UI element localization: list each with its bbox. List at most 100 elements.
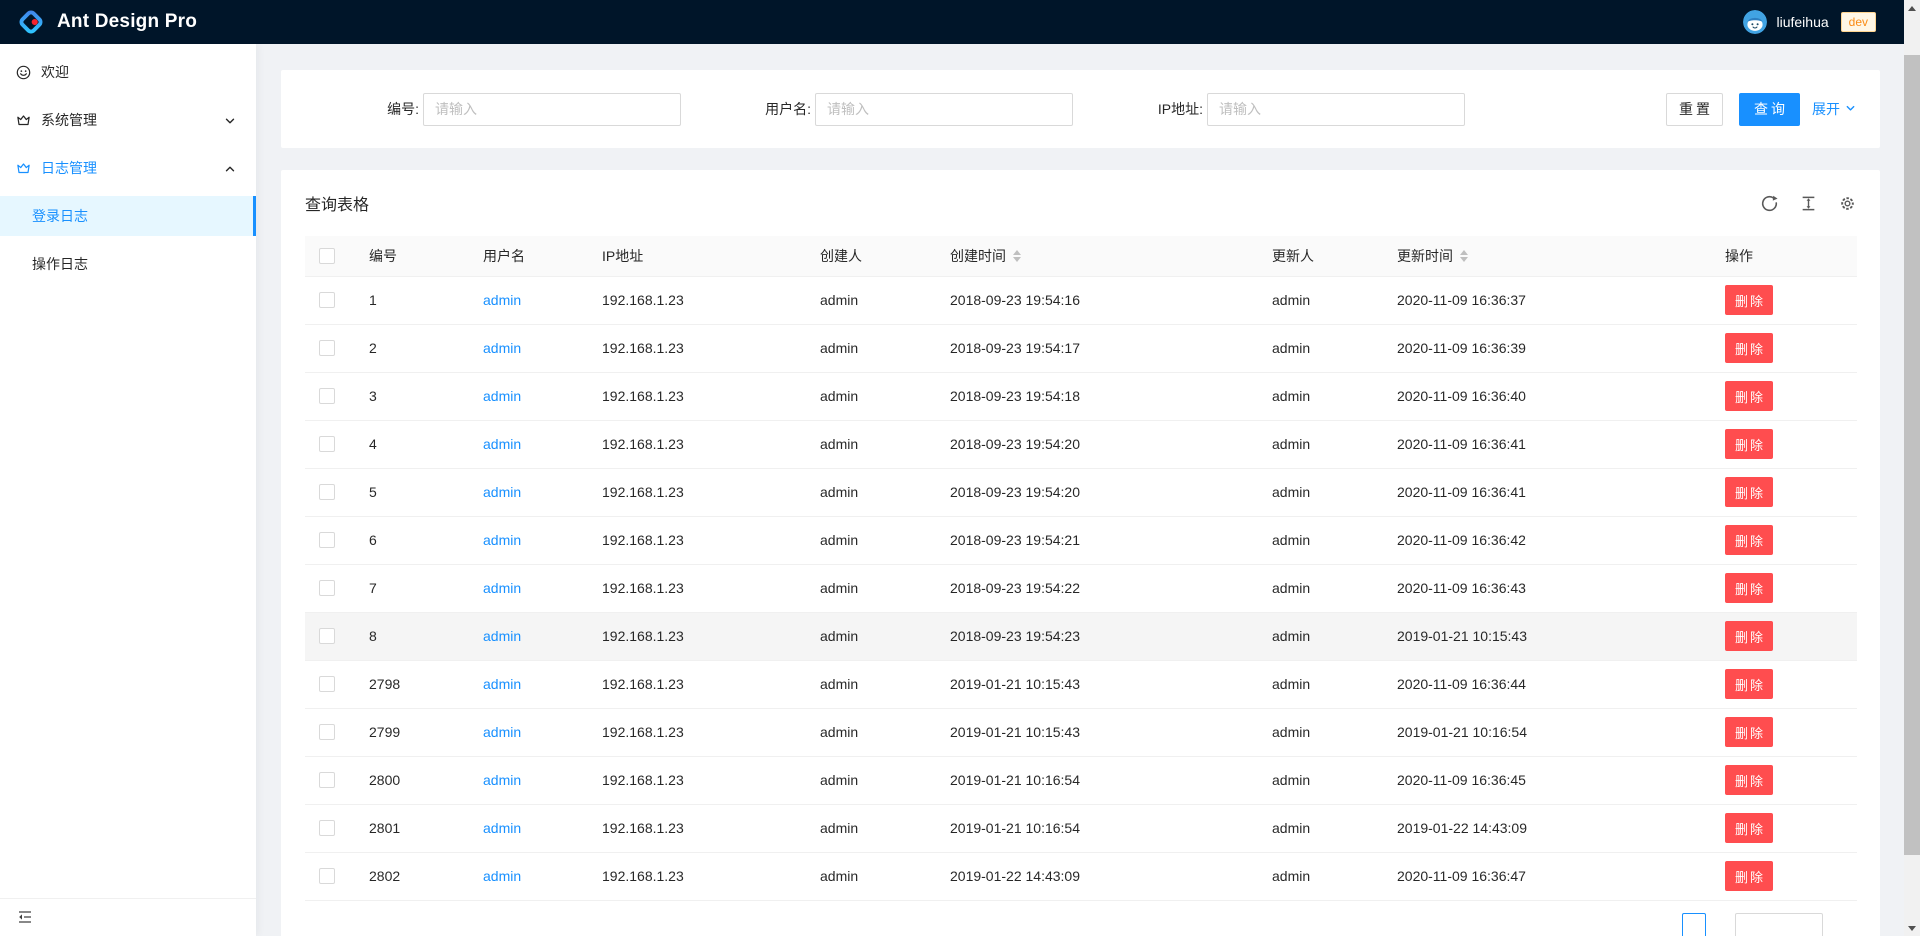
reset-button[interactable]: 重置 <box>1666 93 1723 126</box>
delete-button[interactable]: 删除 <box>1725 429 1773 459</box>
filter-input-ip[interactable] <box>1207 93 1465 126</box>
sidebar-item-log-management[interactable]: 日志管理 <box>0 148 256 188</box>
cell-ip: 192.168.1.23 <box>586 468 804 516</box>
sorter-icon[interactable] <box>1013 250 1021 262</box>
cell-creator: admin <box>804 852 934 900</box>
filter-input-id[interactable] <box>423 93 681 126</box>
delete-button[interactable]: 删除 <box>1725 717 1773 747</box>
username-link[interactable]: admin <box>483 724 521 740</box>
row-checkbox[interactable] <box>319 292 335 308</box>
row-checkbox[interactable] <box>319 724 335 740</box>
app-header: Ant Design Pro liufeihua dev <box>0 0 1920 44</box>
sidebar-item-login-log[interactable]: 登录日志 <box>0 196 256 236</box>
delete-button[interactable]: 删除 <box>1725 621 1773 651</box>
cell-updated-time: 2020-11-09 16:36:47 <box>1381 852 1709 900</box>
row-checkbox[interactable] <box>319 772 335 788</box>
filter-input-username[interactable] <box>815 93 1073 126</box>
row-checkbox[interactable] <box>319 580 335 596</box>
cell-id: 7 <box>353 564 467 612</box>
delete-button[interactable]: 删除 <box>1725 861 1773 891</box>
table-row: 8 admin 192.168.1.23 admin 2018-09-23 19… <box>305 612 1857 660</box>
pagination-page-1-button[interactable] <box>1682 913 1706 936</box>
username-link[interactable]: admin <box>483 532 521 548</box>
filter-label-ip: IP地址: <box>1089 99 1207 119</box>
username-link[interactable]: admin <box>483 484 521 500</box>
row-checkbox[interactable] <box>319 868 335 884</box>
user-menu[interactable]: liufeihua dev <box>1743 10 1876 34</box>
user-name: liufeihua <box>1776 14 1828 30</box>
row-checkbox[interactable] <box>319 484 335 500</box>
chevron-up-icon <box>224 162 236 174</box>
sidebar-item-label: 登录日志 <box>32 206 88 226</box>
row-checkbox[interactable] <box>319 532 335 548</box>
username-link[interactable]: admin <box>483 868 521 884</box>
cell-updated-time: 2019-01-22 14:43:09 <box>1381 804 1709 852</box>
column-header-updated-time[interactable]: 更新时间 <box>1381 236 1709 276</box>
username-link[interactable]: admin <box>483 388 521 404</box>
sorter-icon[interactable] <box>1460 250 1468 262</box>
delete-button[interactable]: 删除 <box>1725 573 1773 603</box>
delete-button[interactable]: 删除 <box>1725 765 1773 795</box>
table-row: 3 admin 192.168.1.23 admin 2018-09-23 19… <box>305 372 1857 420</box>
row-checkbox[interactable] <box>319 676 335 692</box>
row-checkbox[interactable] <box>319 820 335 836</box>
username-link[interactable]: admin <box>483 772 521 788</box>
cell-creator: admin <box>804 372 934 420</box>
delete-button[interactable]: 删除 <box>1725 381 1773 411</box>
delete-button[interactable]: 删除 <box>1725 477 1773 507</box>
sidebar-item-welcome[interactable]: 欢迎 <box>0 52 256 92</box>
row-checkbox[interactable] <box>319 388 335 404</box>
column-height-icon[interactable] <box>1800 195 1817 212</box>
username-link[interactable]: admin <box>483 340 521 356</box>
sidebar-collapse-trigger[interactable] <box>0 898 256 936</box>
scrollbar-down-arrow-icon[interactable] <box>1904 920 1920 936</box>
delete-button[interactable]: 删除 <box>1725 669 1773 699</box>
sidebar-item-system-management[interactable]: 系统管理 <box>0 100 256 140</box>
table-row: 2801 admin 192.168.1.23 admin 2019-01-21… <box>305 804 1857 852</box>
table-row: 2800 admin 192.168.1.23 admin 2019-01-21… <box>305 756 1857 804</box>
delete-button[interactable]: 删除 <box>1725 525 1773 555</box>
query-button[interactable]: 查询 <box>1739 93 1800 126</box>
row-checkbox[interactable] <box>319 340 335 356</box>
crown-icon <box>16 113 31 128</box>
username-link[interactable]: admin <box>483 436 521 452</box>
vertical-scrollbar[interactable] <box>1904 0 1920 936</box>
column-header-ip: IP地址 <box>586 236 804 276</box>
cell-creator: admin <box>804 276 934 324</box>
pagination-size-select[interactable] <box>1735 913 1823 936</box>
cell-created-time: 2019-01-21 10:15:43 <box>934 660 1256 708</box>
delete-button[interactable]: 删除 <box>1725 813 1773 843</box>
username-link[interactable]: admin <box>483 580 521 596</box>
cell-ip: 192.168.1.23 <box>586 324 804 372</box>
row-checkbox[interactable] <box>319 628 335 644</box>
filter-card: 编号: 用户名: IP地址: 重置 查询 展开 <box>281 70 1880 148</box>
sidebar-item-operation-log[interactable]: 操作日志 <box>0 244 256 284</box>
delete-button[interactable]: 删除 <box>1725 333 1773 363</box>
logo-area[interactable]: Ant Design Pro <box>17 8 197 36</box>
username-link[interactable]: admin <box>483 676 521 692</box>
cell-updater: admin <box>1256 708 1381 756</box>
reload-icon[interactable] <box>1761 195 1778 212</box>
cell-ip: 192.168.1.23 <box>586 372 804 420</box>
scrollbar-up-arrow-icon[interactable] <box>1904 0 1920 16</box>
table-card: 查询表格 <box>281 170 1880 936</box>
username-link[interactable]: admin <box>483 292 521 308</box>
expand-link[interactable]: 展开 <box>1812 99 1856 119</box>
cell-updater: admin <box>1256 276 1381 324</box>
username-link[interactable]: admin <box>483 628 521 644</box>
select-all-checkbox[interactable] <box>319 248 335 264</box>
cell-ip: 192.168.1.23 <box>586 564 804 612</box>
row-checkbox[interactable] <box>319 436 335 452</box>
scrollbar-thumb[interactable] <box>1904 55 1920 855</box>
cell-created-time: 2018-09-23 19:54:22 <box>934 564 1256 612</box>
delete-button[interactable]: 删除 <box>1725 285 1773 315</box>
crown-icon <box>16 161 31 176</box>
username-link[interactable]: admin <box>483 820 521 836</box>
cell-ip: 192.168.1.23 <box>586 660 804 708</box>
table-row: 6 admin 192.168.1.23 admin 2018-09-23 19… <box>305 516 1857 564</box>
column-header-created-time[interactable]: 创建时间 <box>934 236 1256 276</box>
column-header-id: 编号 <box>353 236 467 276</box>
cell-updated-time: 2020-11-09 16:36:40 <box>1381 372 1709 420</box>
cell-created-time: 2019-01-21 10:16:54 <box>934 804 1256 852</box>
settings-gear-icon[interactable] <box>1839 195 1856 212</box>
